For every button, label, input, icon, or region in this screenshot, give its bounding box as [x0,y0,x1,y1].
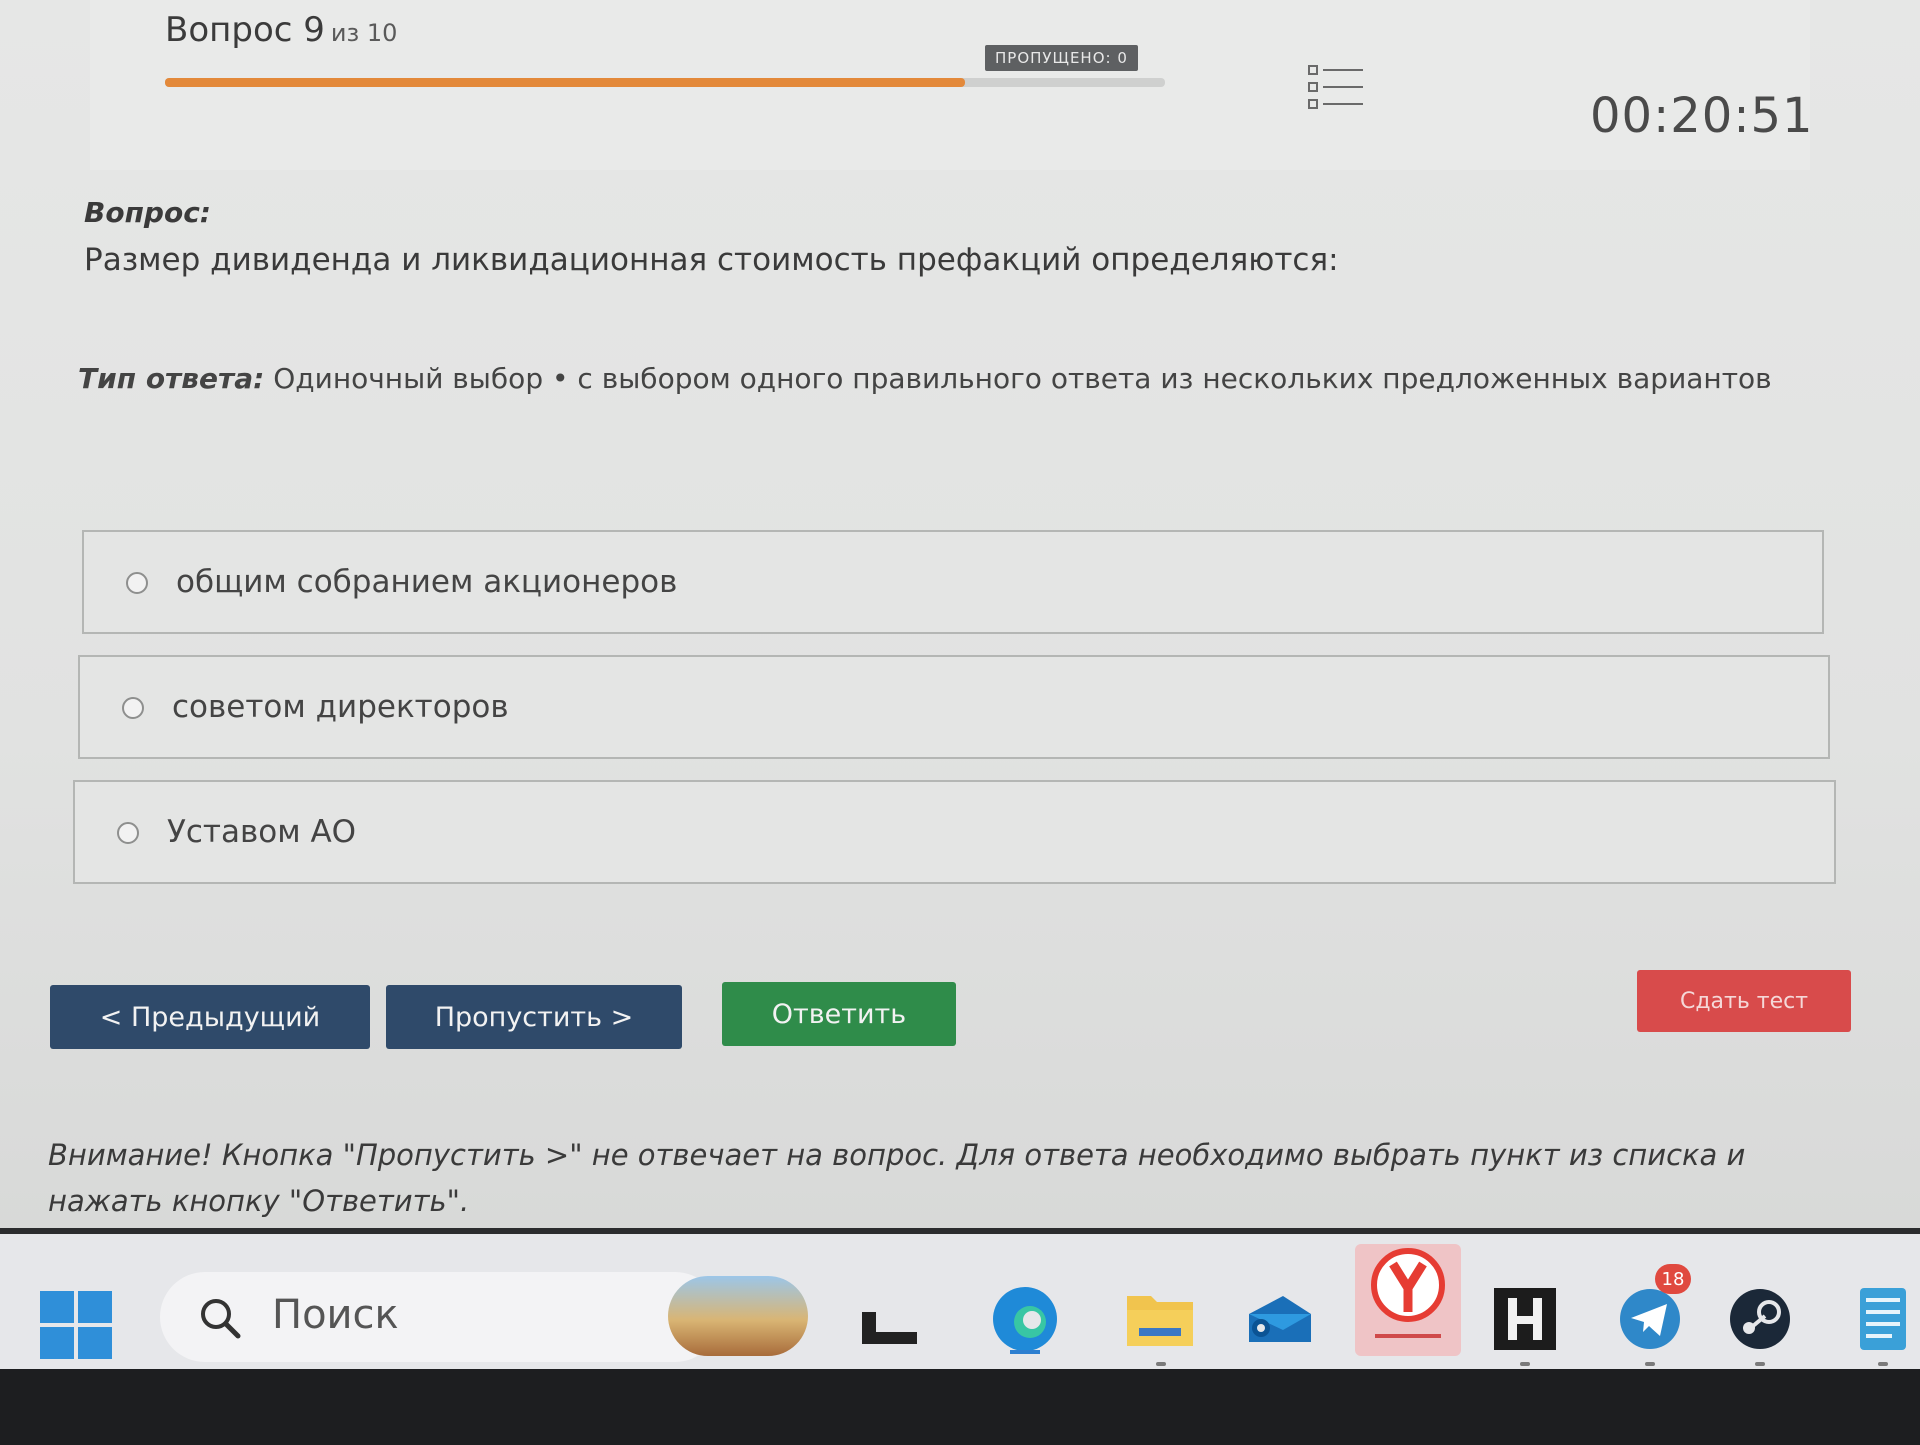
answer-type-text: Одиночный выбор • с выбором одного прави… [273,362,1772,395]
folder-icon[interactable] [1125,1284,1195,1354]
h-app-icon[interactable] [1490,1284,1560,1354]
test-screen: Вопрос 9 из 10 ПРОПУЩЕНО: 0 00:20:51 Вопр… [0,0,1920,1230]
previous-button[interactable]: < Предыдущий [50,985,370,1049]
yandex-browser-icon[interactable] [1355,1232,1461,1338]
running-indicator [1645,1362,1655,1366]
question-text: Размер дивиденда и ликвидационная стоимо… [84,242,1339,278]
search-icon [201,1299,241,1339]
running-indicator [1520,1362,1530,1366]
steam-icon[interactable] [1725,1284,1795,1354]
answer-option[interactable]: советом директоров [78,655,1830,759]
warning-text: Внимание! Кнопка "Пропустить >" не отвеч… [48,1138,1746,1218]
notepad-icon[interactable] [1848,1284,1918,1354]
question-list-icon[interactable] [1307,62,1367,114]
timer: 00:20:51 [1590,88,1814,144]
running-indicator [1755,1362,1765,1366]
answer-option-label: Уставом АО [167,814,357,850]
search-label: Поиск [272,1292,399,1338]
question-number: Вопрос 9 [165,10,325,50]
answer-button[interactable]: Ответить [722,982,956,1046]
skip-button[interactable]: Пропустить > [386,985,682,1049]
test-header: Вопрос 9 из 10 ПРОПУЩЕНО: 0 00:20:51 [90,0,1813,170]
notification-badge: 18 [1655,1264,1691,1294]
windows-start-icon[interactable] [40,1291,116,1363]
radio-button[interactable] [122,697,144,719]
progress-bar-fill [165,78,965,87]
radio-button[interactable] [126,572,148,594]
answer-option-label: общим собранием акционеров [176,564,678,600]
answer-option[interactable]: Уставом АО [73,780,1836,884]
taskbar-search[interactable]: Поиск [160,1272,720,1362]
running-indicator [1878,1362,1888,1366]
finish-test-button[interactable]: Сдать тест [1637,970,1851,1032]
mail-icon[interactable] [1245,1284,1315,1354]
answer-option-label: советом директоров [172,689,509,725]
skipped-count-badge: ПРОПУЩЕНО: 0 [985,45,1138,71]
running-indicator [1156,1362,1166,1366]
question-label: Вопрос: [84,196,211,229]
question-counter: Вопрос 9 из 10 [165,10,397,50]
monitor-bezel [0,1369,1920,1445]
edge-browser-icon[interactable] [990,1284,1060,1354]
answer-option[interactable]: общим собранием акционеров [82,530,1824,634]
answer-type-label: Тип ответа: [78,362,265,395]
taskbar: Поиск 18 [0,1234,1920,1369]
weather-widget-icon[interactable] [668,1276,808,1356]
question-total: из 10 [330,19,398,47]
progress-bar [165,78,1165,87]
answer-type: Тип ответа: Одиночный выбор • с выбором … [78,362,1772,395]
telegram-icon[interactable] [1615,1284,1685,1354]
radio-button[interactable] [117,822,139,844]
file-explorer-app-icon[interactable] [862,1284,932,1354]
